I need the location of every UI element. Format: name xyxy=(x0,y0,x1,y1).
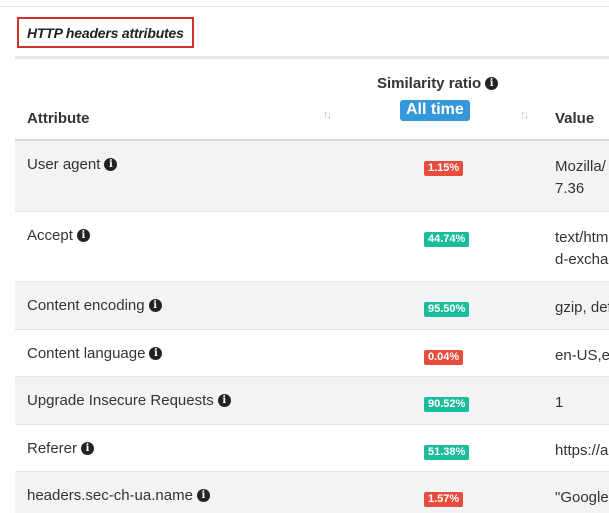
table-row: headers.sec-ch-ua.name i 1.57% "Google xyxy=(15,472,609,513)
attribute-cell: headers.sec-ch-ua.name i xyxy=(27,487,210,504)
similarity-label: Similarity ratio xyxy=(377,75,482,92)
value-cell: https://a xyxy=(555,442,609,459)
column-header-attribute[interactable]: Attribute xyxy=(27,110,90,127)
table-row: Content languagei 0.04% en-US,er xyxy=(15,330,609,377)
attribute-cell: Upgrade Insecure Requests i xyxy=(27,392,231,409)
value-cell: text/htm d-exchar xyxy=(555,229,609,268)
info-icon[interactable]: i xyxy=(148,299,162,312)
attribute-cell: Accept i xyxy=(27,227,90,244)
all-time-badge[interactable]: All time xyxy=(400,100,470,121)
info-icon[interactable]: i xyxy=(104,158,118,171)
attribute-label: Accept xyxy=(27,227,73,244)
attribute-cell: Referer i xyxy=(27,440,95,457)
table-header: Attribute ↑↓ Similarity ratio i All time… xyxy=(15,59,609,141)
info-icon[interactable]: i xyxy=(485,77,499,90)
value-cell: en-US,er xyxy=(555,347,609,364)
http-headers-table: Attribute ↑↓ Similarity ratio i All time… xyxy=(15,56,609,513)
attribute-label: Referer xyxy=(27,440,78,457)
value-cell: Mozilla/ 7.36 xyxy=(555,158,606,197)
column-header-similarity[interactable]: Similarity ratio i xyxy=(377,75,499,92)
info-icon[interactable]: i xyxy=(149,347,163,360)
attribute-cell: User agent i xyxy=(27,156,118,173)
section-title: HTTP headers attributes xyxy=(17,17,194,48)
table-row: Accept i 44.74% text/htm d-exchar xyxy=(15,212,609,282)
table-row: User agent i 1.15% Mozilla/ 7.36 xyxy=(15,141,609,212)
value-cell: gzip, def xyxy=(555,299,609,316)
info-icon[interactable]: i xyxy=(196,489,210,502)
attribute-label: Content language xyxy=(27,345,146,362)
similarity-badge: 95.50% xyxy=(424,302,470,317)
similarity-badge: 44.74% xyxy=(424,232,470,247)
attribute-label: Content encoding xyxy=(27,297,145,314)
attribute-label: User agent xyxy=(27,156,101,173)
similarity-badge: 1.57% xyxy=(424,492,464,507)
sort-arrows-icon[interactable]: ↑↓ xyxy=(520,109,529,121)
column-header-value[interactable]: Value xyxy=(555,110,594,127)
similarity-badge: 0.04% xyxy=(424,350,464,365)
attribute-label: Upgrade Insecure Requests xyxy=(27,392,214,409)
table-row: Content encoding i 95.50% gzip, def xyxy=(15,282,609,330)
info-icon[interactable]: i xyxy=(217,394,231,407)
info-icon[interactable]: i xyxy=(81,442,95,455)
similarity-badge: 51.38% xyxy=(424,445,470,460)
similarity-badge: 1.15% xyxy=(424,161,464,176)
value-cell: "Google xyxy=(555,489,609,506)
table-body: User agent i 1.15% Mozilla/ 7.36 Accept i 44.7… xyxy=(15,141,609,513)
value-cell: 1 xyxy=(555,394,564,411)
attribute-cell: Content encoding i xyxy=(27,297,162,314)
sort-arrows-icon[interactable]: ↑↓ xyxy=(323,109,332,121)
attribute-label: headers.sec-ch-ua.name xyxy=(27,487,193,504)
similarity-badge: 90.52% xyxy=(424,397,470,412)
top-divider xyxy=(0,6,609,7)
attribute-cell: Content language i xyxy=(27,345,163,362)
table-row: Referer i 51.38% https://a xyxy=(15,425,609,472)
info-icon[interactable]: i xyxy=(76,229,90,242)
table-row: Upgrade Insecure Requests i 90.52% 1 xyxy=(15,377,609,425)
